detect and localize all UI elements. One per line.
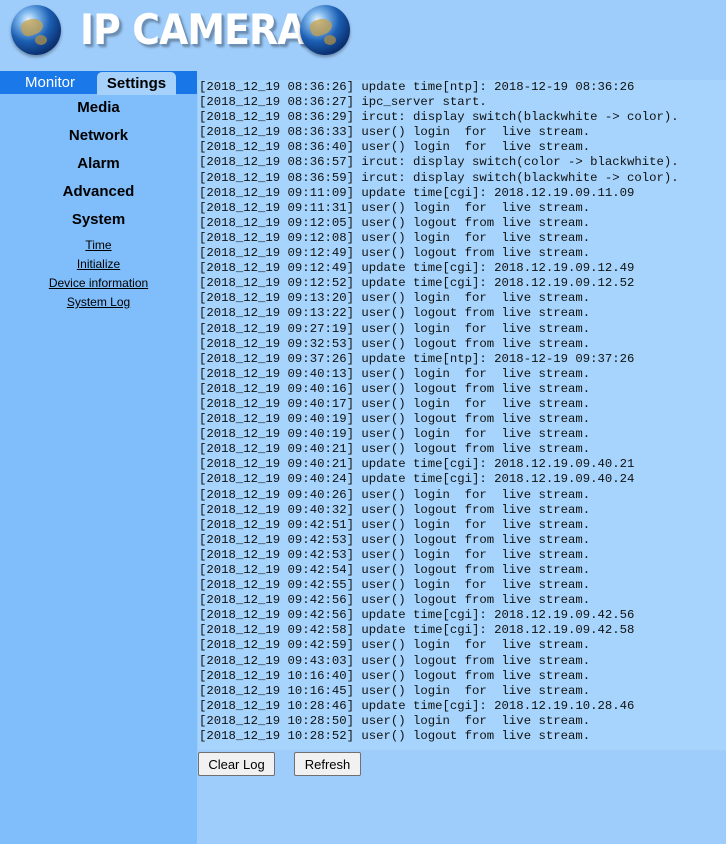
log-line: [2018_12_19 09:40:32] user() logout from… <box>199 502 591 517</box>
log-line: [2018_12_19 09:42:54] user() logout from… <box>199 563 591 577</box>
settings-menu: Media Network Alarm Advanced System Time… <box>0 94 197 313</box>
log-line: [2018_12_19 08:36:59] ircut: display swi… <box>199 170 679 185</box>
submenu-link-time[interactable]: Time <box>0 237 197 256</box>
log-line: [2018_12_19 08:36:29] ircut: display swi… <box>199 110 679 125</box>
log-line: [2018_12_19 09:12:08] user() login for l… <box>199 230 591 245</box>
log-line: [2018_12_19 09:40:19] user() login for l… <box>199 427 591 442</box>
log-line: [2018_12_19 09:11:09] update time[cgi]: … <box>199 185 635 200</box>
globe-icon <box>300 5 350 55</box>
header-banner: IP CAMERA <box>0 0 726 68</box>
submenu-link-device-information[interactable]: Device information <box>0 275 197 294</box>
menu-item-system[interactable]: System <box>0 209 197 237</box>
globe-icon <box>11 5 61 55</box>
log-line: [2018_12_19 10:28:46] update time[cgi]: … <box>199 698 635 713</box>
tab-monitor[interactable]: Monitor <box>0 71 100 94</box>
log-line: [2018_12_19 09:40:24] update time[cgi]: … <box>199 472 635 487</box>
log-line: [2018_12_19 08:36:40] user() login for l… <box>199 140 591 155</box>
menu-item-advanced[interactable]: Advanced <box>0 181 197 209</box>
log-line: [2018_12_19 08:36:57] ircut: display swi… <box>199 155 679 170</box>
menu-item-alarm[interactable]: Alarm <box>0 153 197 181</box>
log-line: [2018_12_19 09:40:13] user() login for l… <box>199 366 591 381</box>
menu-item-media[interactable]: Media <box>0 97 197 125</box>
log-line: [2018_12_19 09:42:51] user() login for l… <box>199 517 591 532</box>
log-line: [2018_12_19 09:13:20] user() login for l… <box>199 291 591 306</box>
log-line: [2018_12_19 09:42:59] user() login for l… <box>199 638 591 653</box>
tab-bar: Monitor Settings <box>0 71 197 95</box>
log-line: [2018_12_19 09:40:21] update time[cgi]: … <box>199 457 635 472</box>
log-line: [2018_12_19 08:36:33] user() login for l… <box>199 125 591 140</box>
system-log-panel[interactable]: [2018_12_19 08:36:26] update time[ntp]: … <box>198 80 726 750</box>
log-line: [2018_12_19 10:28:50] user() login for l… <box>199 713 591 728</box>
log-line: [2018_12_19 09:13:22] user() logout from… <box>199 306 591 321</box>
log-line: [2018_12_19 09:40:17] user() login for l… <box>199 396 591 411</box>
log-line: [2018_12_19 09:43:03] user() logout from… <box>199 653 591 668</box>
log-line: [2018_12_19 09:42:58] update time[cgi]: … <box>199 623 635 638</box>
log-line: [2018_12_19 09:27:19] user() login for l… <box>199 321 591 336</box>
app-title: IP CAMERA <box>80 5 307 54</box>
tab-settings[interactable]: Settings <box>97 72 176 95</box>
log-line: [2018_12_19 09:40:16] user() logout from… <box>199 381 591 396</box>
sidebar: Monitor Settings Media Network Alarm Adv… <box>0 71 197 844</box>
log-line: [2018_12_19 09:32:53] user() logout from… <box>199 336 591 351</box>
log-line: [2018_12_19 09:40:21] user() logout from… <box>199 442 591 457</box>
log-line: [2018_12_19 08:36:26] update time[ntp]: … <box>199 80 635 94</box>
log-line: [2018_12_19 10:16:40] user() logout from… <box>199 668 591 683</box>
log-line: [2018_12_19 09:12:49] update time[cgi]: … <box>199 261 635 276</box>
log-line: [2018_12_19 09:42:53] user() login for l… <box>199 547 591 562</box>
menu-item-network[interactable]: Network <box>0 125 197 153</box>
log-line: [2018_12_19 09:37:26] update time[ntp]: … <box>199 351 635 366</box>
log-line: [2018_12_19 09:42:56] user() logout from… <box>199 593 591 608</box>
log-line: [2018_12_19 09:11:31] user() login for l… <box>199 200 591 215</box>
log-line: [2018_12_19 09:42:55] user() login for l… <box>199 578 591 593</box>
log-line: [2018_12_19 10:16:45] user() login for l… <box>199 683 591 698</box>
submenu-link-system-log[interactable]: System Log <box>0 294 197 313</box>
log-line: [2018_12_19 09:12:49] user() logout from… <box>199 246 591 261</box>
log-line: [2018_12_19 09:40:26] user() login for l… <box>199 487 591 502</box>
log-line: [2018_12_19 08:36:27] ipc_server start. <box>199 95 487 110</box>
log-line: [2018_12_19 09:40:19] user() logout from… <box>199 412 591 427</box>
log-line: [2018_12_19 09:42:56] update time[cgi]: … <box>199 608 635 623</box>
log-line: [2018_12_19 10:28:52] user() logout from… <box>199 729 591 744</box>
log-line: [2018_12_19 09:42:53] user() logout from… <box>199 532 591 547</box>
clear-log-button[interactable]: Clear Log <box>198 752 275 776</box>
refresh-button[interactable]: Refresh <box>294 752 361 776</box>
log-line: [2018_12_19 09:12:52] update time[cgi]: … <box>199 276 635 291</box>
submenu-link-initialize[interactable]: Initialize <box>0 256 197 275</box>
log-line: [2018_12_19 09:12:05] user() logout from… <box>199 215 591 230</box>
